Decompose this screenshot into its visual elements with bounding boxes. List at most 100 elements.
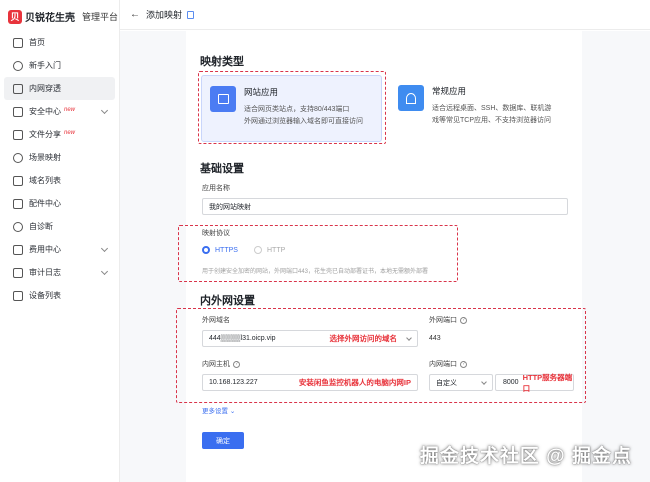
ext-port-label-text: 外网端口 — [429, 317, 457, 324]
chevron-down-icon — [406, 335, 412, 341]
app-name-label: 应用名称 — [202, 185, 230, 192]
watermark: 掘金技术社区 @ 掘金点 — [419, 446, 632, 467]
int-port-input[interactable]: 8000 HTTP服务器端口 — [495, 372, 574, 393]
help-icon[interactable]: ? — [460, 316, 467, 324]
section-title-mapping-type: 映射类型 — [200, 56, 244, 68]
radio-label: HTTPS — [215, 246, 238, 254]
device-icon — [13, 290, 23, 301]
web-app-icon — [210, 86, 236, 112]
sidebar-item-home[interactable]: 首页 — [4, 31, 115, 54]
sidebar-item-label: 安全中心 — [29, 107, 61, 116]
ext-port-label: 外网端口? — [429, 315, 467, 325]
sidebar-item-devices[interactable]: 设备列表 — [4, 284, 115, 307]
radio-label: HTTP — [267, 246, 286, 254]
sidebar-item-domains[interactable]: 域名列表 — [4, 169, 115, 192]
new-badge: new — [64, 129, 76, 136]
ext-domain-annotation: 选择外网访问的域名 — [329, 334, 398, 343]
radio-checked-icon — [202, 246, 210, 254]
domain-icon — [13, 175, 23, 186]
sidebar-item-label: 新手入门 — [29, 61, 61, 70]
int-host-annotation: 安装闲鱼监控机器人的电脑内网IP — [298, 378, 411, 387]
new-badge: new — [64, 106, 76, 113]
int-port-mode-select[interactable]: 自定义 — [429, 374, 493, 391]
app-name-input[interactable]: 我的网站映射 — [202, 198, 568, 215]
int-port-label-text: 内网端口 — [429, 361, 457, 368]
chevron-down-icon — [100, 244, 109, 253]
wallet-icon — [13, 244, 23, 255]
brand-logo: 贝 — [8, 9, 22, 24]
rocket-icon — [13, 60, 23, 71]
help-icon[interactable]: ? — [233, 360, 240, 368]
folder-icon — [13, 129, 23, 140]
sidebar-item-label: 场景映射 — [29, 153, 61, 162]
confirm-button[interactable]: 确定 — [202, 432, 244, 449]
card-desc-line2: 外网通过浏览器输入域名即可直接访问 — [244, 118, 363, 125]
document-icon[interactable] — [187, 10, 195, 19]
sidebar-item-label: 设备列表 — [29, 291, 61, 300]
ext-domain-value: 444▒▒▒▒l31.oicp.vip — [209, 335, 276, 342]
tunnel-icon — [13, 83, 23, 94]
chevron-down-icon — [481, 379, 487, 385]
accessory-icon — [13, 198, 23, 209]
brand-name: 贝锐花生壳 — [25, 13, 75, 24]
page-title: 添加映射 — [146, 10, 183, 20]
sidebar-item-label: 域名列表 — [29, 176, 61, 185]
sidebar-item-accessories[interactable]: 配件中心 — [4, 192, 115, 215]
card-title: 常规应用 — [432, 86, 467, 96]
sidebar-item-billing[interactable]: 费用中心 — [4, 238, 115, 261]
sidebar-item-diagnose[interactable]: 自诊断 — [4, 215, 115, 238]
mapping-type-general-card[interactable]: 常规应用 适合远程桌面、SSH、数据库、联机游 戏等常见TCP应用、不支持浏览器… — [390, 75, 576, 142]
more-settings-link[interactable]: 更多设置 ⌄ — [202, 405, 235, 415]
shield-icon — [13, 106, 23, 117]
sidebar-item-label: 自诊断 — [29, 222, 53, 231]
section-title-network: 内外网设置 — [200, 295, 255, 307]
more-settings-label: 更多设置 — [202, 408, 228, 415]
card-desc-line1: 适合网页类站点，支持80/443端口 — [244, 106, 350, 113]
card-title: 网站应用 — [244, 87, 279, 97]
brand[interactable]: 贝 贝锐花生壳 管理平台 — [8, 9, 118, 24]
protocol-https-radio[interactable]: HTTPS — [202, 246, 238, 254]
main-area: 映射类型 网站应用 适合网页类站点，支持80/443端口 外网通过浏览器输入域名… — [120, 31, 650, 482]
radio-unchecked-icon — [254, 246, 262, 254]
diagnose-icon — [13, 221, 23, 232]
ext-port-value: 443 — [429, 335, 441, 342]
sidebar-item-label: 审计日志 — [29, 268, 61, 277]
back-arrow-icon[interactable]: ← — [130, 9, 140, 20]
general-app-icon — [398, 85, 424, 111]
int-port-annotation: HTTP服务器端口 — [522, 372, 573, 393]
protocol-hint: 用于创建安全加密的网站，外网端口443，花生壳已自动部署证书，本地无需额外部署 — [202, 269, 429, 275]
chevron-down-icon — [100, 267, 109, 276]
sidebar-item-scene[interactable]: 场景映射 — [4, 146, 115, 169]
sidebar-item-file-share[interactable]: 文件分享 new — [4, 123, 115, 146]
card-desc-line1: 适合远程桌面、SSH、数据库、联机游 — [432, 105, 552, 112]
header: ← 添加映射 — [120, 0, 650, 30]
mapping-type-web-card[interactable]: 网站应用 适合网页类站点，支持80/443端口 外网通过浏览器输入域名即可直接访… — [201, 75, 382, 142]
log-icon — [13, 267, 23, 278]
int-host-label: 内网主机? — [202, 359, 240, 369]
sidebar-item-tunnel[interactable]: 内网穿透 — [4, 77, 115, 100]
int-port-label: 内网端口? — [429, 359, 467, 369]
brand-subtitle: 管理平台 — [82, 12, 119, 22]
sidebar-item-label: 文件分享 — [29, 130, 61, 139]
help-icon[interactable]: ? — [460, 360, 467, 368]
protocol-http-radio[interactable]: HTTP — [254, 246, 285, 254]
chevron-down-icon: ⌄ — [229, 408, 236, 415]
int-port-mode-value: 自定义 — [436, 379, 457, 387]
int-port-value: 8000 — [503, 379, 519, 386]
int-host-input[interactable]: 10.168.123.227 安装闲鱼监控机器人的电脑内网IP — [202, 374, 418, 391]
sidebar-item-security[interactable]: 安全中心 new — [4, 100, 115, 123]
sidebar-item-label: 内网穿透 — [29, 84, 61, 93]
sidebar-item-getting-started[interactable]: 新手入门 — [4, 54, 115, 77]
sidebar-nav: 首页 新手入门 内网穿透 安全中心 new 文件分享 new 场景映射 域名列表 — [0, 31, 119, 307]
sidebar-item-audit-log[interactable]: 审计日志 — [4, 261, 115, 284]
ext-domain-select[interactable]: 444▒▒▒▒l31.oicp.vip 选择外网访问的域名 — [202, 330, 418, 347]
chevron-down-icon — [100, 106, 109, 115]
protocol-label: 映射协议 — [202, 230, 230, 237]
ext-domain-label: 外网域名 — [202, 317, 230, 324]
card-desc-line2: 戏等常见TCP应用、不支持浏览器访问 — [432, 117, 551, 124]
section-title-basic: 基础设置 — [200, 163, 244, 175]
home-icon — [13, 37, 23, 48]
scene-icon — [13, 152, 23, 163]
sidebar-item-label: 配件中心 — [29, 199, 61, 208]
int-host-value: 10.168.123.227 — [209, 379, 258, 386]
